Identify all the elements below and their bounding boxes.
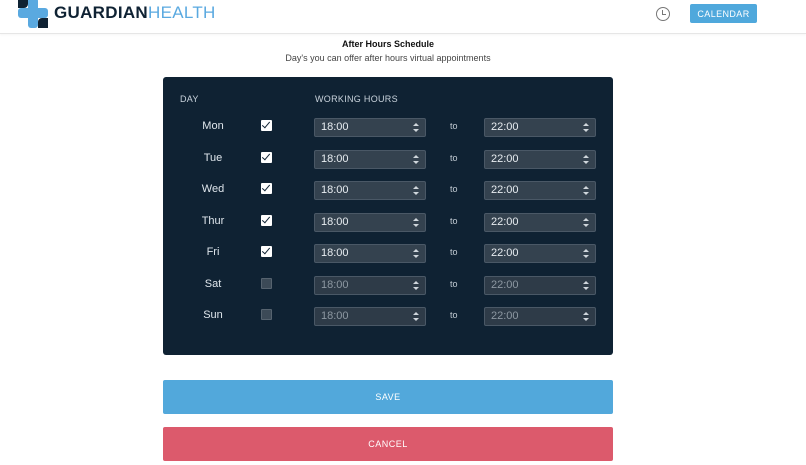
range-separator: to	[450, 121, 458, 131]
brand-name-light: HEALTH	[148, 3, 216, 22]
day-label: Tue	[203, 151, 223, 164]
select-arrows-icon	[413, 312, 419, 322]
range-separator: to	[450, 278, 458, 289]
schedule-row-tue: Tue 18:00 to 22:00	[163, 149, 613, 170]
range-separator: to	[450, 184, 458, 194]
start-time-value: 18:00	[321, 278, 349, 291]
schedule-panel: DAY WORKING HOURS Mon 18:00 to 22:00 Tue 18:0…	[163, 77, 613, 355]
start-time-value: 18:00	[321, 215, 349, 228]
end-time-value: 22:00	[491, 310, 519, 322]
clock-icon[interactable]	[656, 7, 670, 21]
column-header-working-hours: WORKING HOURS	[315, 94, 398, 104]
day-checkbox[interactable]	[261, 214, 272, 226]
schedule-row-sun: Sun 18:00 to 22:00	[163, 307, 613, 327]
cancel-button[interactable]: CANCEL	[163, 427, 613, 461]
guardian-health-logo[interactable]: GUARDIANHEALTH	[18, 0, 216, 28]
start-time-select[interactable]: 18:00	[314, 212, 426, 232]
schedule-row-thur: Thur 18:00 to 22:00	[163, 212, 613, 233]
end-time-select[interactable]: 22:00	[484, 244, 596, 263]
top-bar: GUARDIANHEALTH CALENDAR	[0, 0, 806, 34]
range-separator: to	[450, 215, 458, 226]
end-time-value: 22:00	[491, 278, 519, 291]
medical-cross-icon	[18, 0, 48, 28]
day-checkbox[interactable]	[261, 277, 272, 289]
start-time-select[interactable]: 18:00	[314, 118, 426, 137]
end-time-select[interactable]: 22:00	[484, 275, 596, 295]
select-arrows-icon	[583, 312, 589, 322]
start-time-value: 18:00	[321, 121, 349, 133]
day-label: Sat	[204, 277, 222, 290]
start-time-value: 18:00	[321, 184, 349, 196]
start-time-value: 18:00	[321, 310, 349, 322]
start-time-select[interactable]: 18:00	[314, 307, 426, 326]
day-label: Thur	[201, 214, 225, 227]
day-checkbox[interactable]	[261, 183, 272, 194]
end-time-value: 22:00	[491, 121, 519, 133]
end-time-value: 22:00	[491, 247, 519, 259]
column-header-day: DAY	[180, 94, 199, 104]
select-arrows-icon	[583, 249, 589, 259]
range-separator: to	[450, 310, 458, 320]
day-label: Wed	[201, 183, 225, 195]
start-time-select[interactable]: 18:00	[314, 181, 426, 200]
schedule-row-fri: Fri 18:00 to 22:00	[163, 244, 613, 264]
select-arrows-icon	[413, 217, 419, 228]
select-arrows-icon	[583, 280, 589, 291]
select-arrows-icon	[413, 123, 419, 133]
start-time-select[interactable]: 18:00	[314, 244, 426, 263]
start-time-value: 18:00	[321, 247, 349, 259]
select-arrows-icon	[413, 249, 419, 259]
schedule-row-sat: Sat 18:00 to 22:00	[163, 275, 613, 296]
day-checkbox[interactable]	[261, 120, 272, 131]
day-checkbox[interactable]	[261, 246, 272, 257]
day-label: Fri	[206, 246, 220, 258]
select-arrows-icon	[413, 186, 419, 196]
start-time-select[interactable]: 18:00	[314, 275, 426, 295]
end-time-select[interactable]: 22:00	[484, 149, 596, 169]
start-time-value: 18:00	[321, 152, 349, 165]
end-time-value: 22:00	[491, 152, 519, 165]
page-title: After Hours Schedule	[341, 39, 435, 49]
brand-name-bold: GUARDIAN	[54, 3, 149, 22]
brand-name: GUARDIANHEALTH	[54, 0, 216, 28]
save-button[interactable]: SAVE	[163, 380, 613, 414]
schedule-row-wed: Wed 18:00 to 22:00	[163, 181, 613, 201]
page-subtitle: Day's you can offer after hours virtual …	[285, 53, 491, 63]
select-arrows-icon	[583, 186, 589, 196]
select-arrows-icon	[413, 154, 419, 165]
end-time-value: 22:00	[491, 215, 519, 228]
end-time-select[interactable]: 22:00	[484, 212, 596, 232]
day-checkbox[interactable]	[261, 151, 272, 163]
schedule-row-mon: Mon 18:00 to 22:00	[163, 118, 613, 138]
day-label: Mon	[202, 120, 224, 132]
end-time-select[interactable]: 22:00	[484, 307, 596, 326]
end-time-select[interactable]: 22:00	[484, 118, 596, 137]
start-time-select[interactable]: 18:00	[314, 149, 426, 169]
select-arrows-icon	[583, 123, 589, 133]
select-arrows-icon	[413, 280, 419, 291]
select-arrows-icon	[583, 154, 589, 165]
range-separator: to	[450, 152, 458, 163]
range-separator: to	[450, 247, 458, 257]
day-checkbox[interactable]	[261, 309, 272, 320]
end-time-value: 22:00	[491, 184, 519, 196]
day-label: Sun	[203, 309, 223, 321]
select-arrows-icon	[583, 217, 589, 228]
end-time-select[interactable]: 22:00	[484, 181, 596, 200]
calendar-button[interactable]: CALENDAR	[690, 4, 757, 23]
